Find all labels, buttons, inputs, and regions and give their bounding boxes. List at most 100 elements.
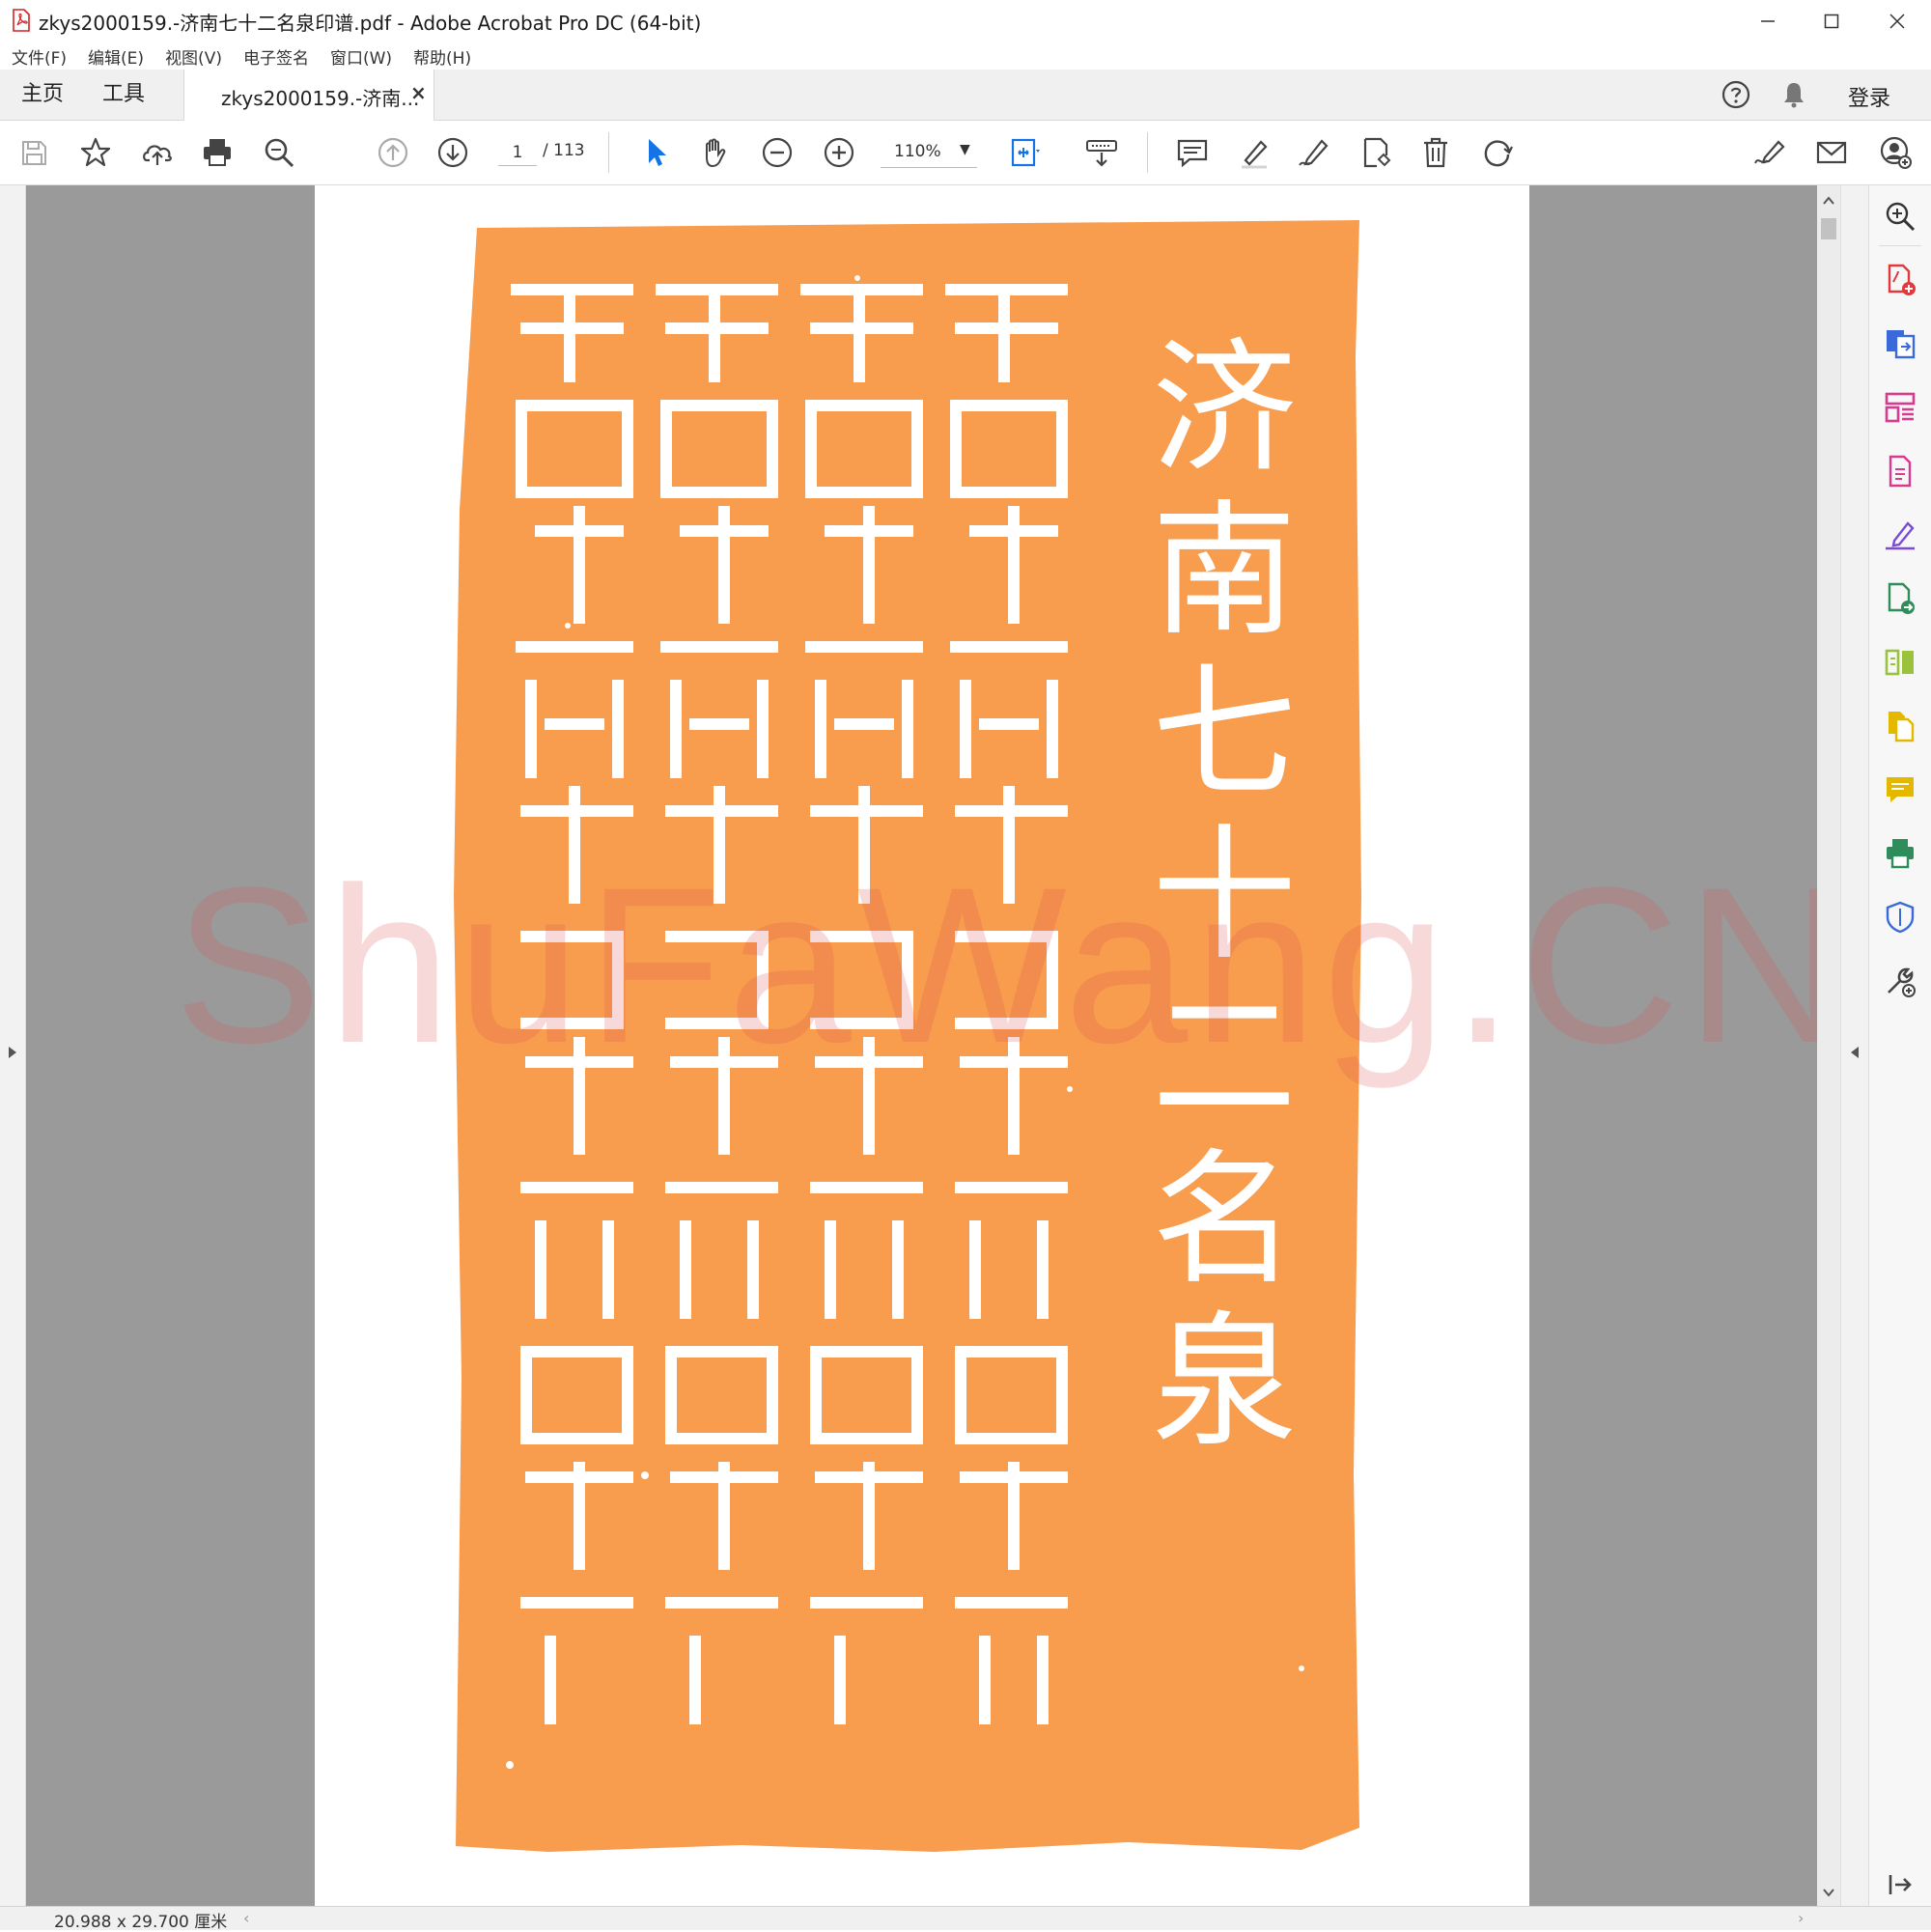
scroll-left-icon[interactable]: ‹ (243, 1909, 249, 1927)
tool-more-tools[interactable] (1883, 964, 1917, 998)
tab-bar: 主页 工具 zkys2000159.-济南... × (0, 70, 1931, 121)
scroll-mode-button[interactable] (1083, 134, 1120, 171)
menu-file[interactable]: 文件(F) (12, 44, 67, 69)
next-page-button[interactable] (434, 134, 471, 171)
tab-home[interactable]: 主页 (21, 70, 64, 120)
create-pdf-icon (1888, 264, 1916, 295)
sign-pen-icon (1754, 140, 1785, 164)
organize-pages-icon (1885, 392, 1916, 423)
plus-circle-icon (824, 137, 854, 168)
tool-print-production[interactable] (1883, 836, 1917, 871)
document-tab-label: zkys2000159.-济南... (221, 87, 420, 110)
notification-bell-icon[interactable] (1778, 79, 1809, 110)
prev-page-button[interactable] (375, 134, 411, 171)
search-button[interactable] (261, 134, 297, 171)
save-icon (22, 141, 46, 165)
arrow-up-circle-icon (378, 137, 408, 168)
menu-esign[interactable]: 电子签名 (243, 44, 309, 69)
chevron-down-icon: ▼ (960, 142, 970, 157)
wrench-add-icon (1888, 967, 1916, 997)
compare-files-icon (1885, 649, 1914, 676)
close-window-button[interactable] (1865, 0, 1929, 42)
left-panel-toggle[interactable] (0, 185, 26, 1906)
tool-send-review[interactable] (1883, 581, 1917, 616)
tab-document[interactable]: zkys2000159.-济南... × (183, 70, 434, 121)
zoom-value: 110% (894, 142, 941, 161)
fill-sign-button[interactable] (1751, 134, 1788, 171)
printer-icon (204, 139, 231, 166)
seal-column-1 (511, 284, 633, 1724)
page-number-input[interactable]: 1 (498, 140, 537, 166)
close-tab-button[interactable]: × (410, 81, 427, 104)
scroll-up-icon[interactable] (1821, 193, 1836, 207)
maximize-button[interactable] (1800, 0, 1863, 42)
scroll-thumb[interactable] (1821, 218, 1836, 239)
cloud-upload-icon (143, 145, 172, 165)
fit-page-icon (1011, 138, 1040, 167)
collapse-panel-button[interactable] (1883, 1867, 1917, 1902)
send-review-icon (1888, 582, 1915, 614)
print-button[interactable] (199, 134, 236, 171)
hand-tool-button[interactable] (697, 134, 734, 171)
magnifier-icon (1886, 202, 1916, 232)
window-title: zkys2000159.-济南七十二名泉印谱.pdf - Adobe Acrob… (39, 12, 702, 35)
tool-protect[interactable] (1883, 900, 1917, 935)
menu-window[interactable]: 窗口(W) (330, 44, 392, 69)
page-fit-button[interactable] (1008, 134, 1045, 171)
comment-icon (1177, 139, 1208, 168)
expand-left-icon (9, 1047, 16, 1058)
rotate-button[interactable] (1479, 134, 1516, 171)
seal-title-text: 济南七十二名泉 (1151, 325, 1297, 1467)
tool-fill-sign[interactable] (1883, 518, 1917, 552)
help-icon[interactable] (1721, 79, 1751, 110)
highlight-button[interactable] (1236, 134, 1273, 171)
draw-button[interactable] (1296, 134, 1332, 171)
tab-tools[interactable]: 工具 (102, 70, 145, 120)
tool-comment[interactable] (1883, 772, 1917, 807)
fill-sign-icon (1886, 521, 1915, 550)
save-button[interactable] (15, 134, 52, 171)
menu-view[interactable]: 视图(V) (165, 44, 222, 69)
collapse-panel-icon (1889, 1875, 1912, 1894)
edit-pdf-icon (1889, 455, 1912, 488)
right-panel-toggle[interactable] (1840, 185, 1868, 1906)
tool-export-pdf[interactable] (1883, 326, 1917, 361)
tool-create-pdf[interactable] (1883, 263, 1917, 297)
zoom-in-button[interactable] (821, 134, 857, 171)
email-button[interactable] (1813, 134, 1850, 171)
comment-tool-icon (1887, 777, 1914, 802)
share-user-button[interactable] (1877, 134, 1914, 171)
print-production-icon (1887, 839, 1914, 869)
delete-button[interactable] (1417, 134, 1454, 171)
shield-icon (1886, 901, 1915, 934)
vertical-scrollbar[interactable] (1817, 185, 1840, 1906)
upload-button[interactable] (139, 134, 176, 171)
tool-organize-pages[interactable] (1883, 390, 1917, 425)
toolbar-divider (608, 132, 609, 173)
tool-edit-pdf[interactable] (1883, 454, 1917, 489)
envelope-icon (1816, 141, 1847, 164)
bookmark-button[interactable] (77, 134, 114, 171)
tool-search[interactable] (1883, 199, 1917, 234)
scroll-down-icon[interactable] (1821, 1885, 1836, 1898)
tool-combine[interactable] (1883, 709, 1917, 743)
seal-column-2 (656, 284, 778, 1724)
menu-help[interactable]: 帮助(H) (413, 44, 471, 69)
highlighter-icon (1242, 140, 1268, 169)
page-total: / 113 (543, 141, 585, 160)
zoom-select[interactable]: 110% ▼ (881, 138, 977, 168)
collapse-right-icon (1851, 1047, 1859, 1058)
tool-compare[interactable] (1883, 645, 1917, 680)
select-tool-button[interactable] (637, 134, 674, 171)
tools-pane (1868, 185, 1931, 1906)
zoom-out-button[interactable] (759, 134, 796, 171)
signin-button[interactable]: 登录 (1848, 81, 1890, 112)
scroll-right-icon[interactable]: › (1798, 1909, 1804, 1927)
cursor-arrow-icon (649, 139, 666, 166)
seal-column-3 (800, 284, 923, 1724)
menu-edit[interactable]: 编辑(E) (88, 44, 144, 69)
maximize-icon (1824, 14, 1839, 29)
stamp-button[interactable] (1357, 134, 1394, 171)
minimize-button[interactable] (1736, 0, 1800, 42)
comment-button[interactable] (1174, 134, 1211, 171)
